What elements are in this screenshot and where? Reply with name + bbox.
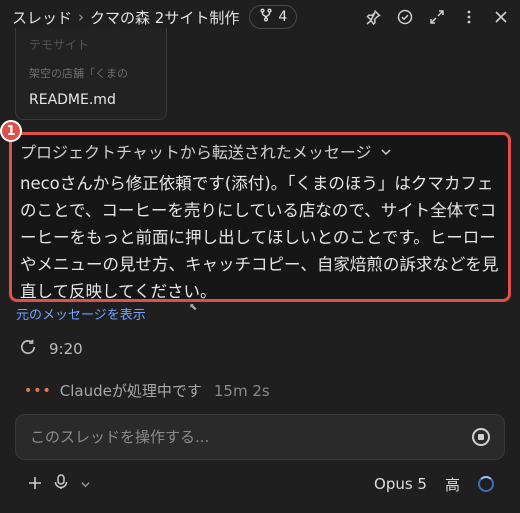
forwarded-message-body: necoさんから修正依頼です(添付)。「くまのほう」はクマカフェのことで、コーヒ… [20,174,499,301]
add-icon[interactable] [28,475,42,494]
expand-icon[interactable] [428,8,446,26]
composer-toolbar: Opus 5 高 [28,472,494,496]
file-card-name: README.md [29,92,116,108]
breadcrumb-threads[interactable]: スレッド [12,7,72,28]
chevron-down-icon [380,142,392,164]
file-card-subtitle: 架空の店舗「くまの [29,67,128,80]
cursor-icon: ⬉ [189,302,198,313]
message-meta: 9:20 [19,338,83,360]
branch-count: 4 [278,9,288,25]
loading-spinner-icon [478,476,494,492]
stop-icon [478,434,484,440]
chevron-down-icon[interactable] [80,475,91,494]
annotation-badge: 1 [0,120,22,142]
processing-status: ••• Claudeが処理中です 15m 2s [24,380,270,401]
status-elapsed: 15m 2s [213,381,270,400]
microphone-icon[interactable] [54,474,68,494]
composer-input[interactable] [30,428,472,446]
thread-title[interactable]: クマの森 2サイト制作 [90,7,239,28]
pin-icon[interactable] [364,8,382,26]
file-card-title: テモサイト [29,38,90,52]
forwarded-message-header[interactable]: プロジェクトチャットから転送されたメッセージ [20,142,500,164]
branch-badge[interactable]: 4 [249,5,298,29]
effort-selector[interactable]: 高 [445,474,460,495]
status-text: Claudeが処理中です [59,382,202,400]
stop-button[interactable] [472,428,490,446]
check-circle-icon[interactable] [396,8,414,26]
show-original-link[interactable]: 元のメッセージを表示 [16,304,146,323]
more-icon[interactable] [460,8,478,26]
close-icon[interactable] [492,8,510,26]
breadcrumb-separator: › [78,8,85,26]
branch-icon [259,8,273,26]
message-time: 9:20 [49,340,83,358]
forwarded-message-title: プロジェクトチャットから転送されたメッセージ [20,143,372,162]
model-selector[interactable]: Opus 5 [374,475,427,493]
forwarded-message: プロジェクトチャットから転送されたメッセージ necoさんから修正依頼です(添付… [9,132,511,302]
file-card-readme[interactable]: テモサイト 架空の店舗「くまの README.md [15,28,167,120]
processing-dots-icon: ••• [24,382,52,399]
composer [15,414,505,460]
refresh-icon[interactable] [19,338,37,360]
